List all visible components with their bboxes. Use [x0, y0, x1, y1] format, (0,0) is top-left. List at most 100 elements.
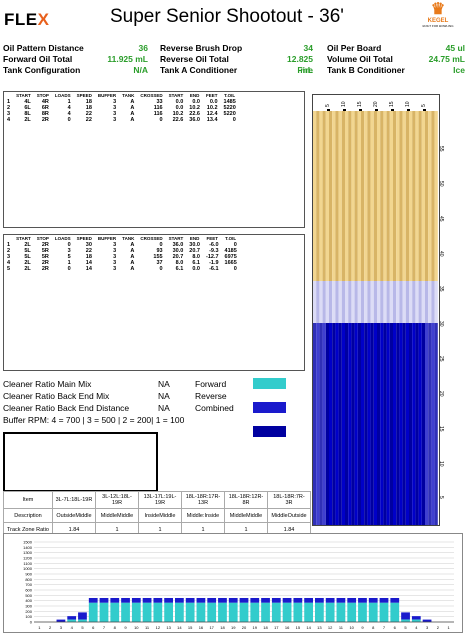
zone-cell: 18L-18R:7R-3R [267, 491, 311, 509]
lane-board-lavender [418, 281, 422, 323]
chart-bar-reverse [110, 598, 120, 603]
chart-y-tick: 200 [25, 609, 32, 614]
lane-board-blue [421, 323, 425, 525]
chart-bar-reverse [304, 598, 313, 603]
lane-board-gold [313, 111, 317, 281]
legend-swatch [253, 426, 286, 437]
legend-label: Cleaner Ratio Main Mix [3, 379, 92, 389]
stat-value: 34 [303, 43, 313, 53]
lane-board-gold [412, 111, 416, 281]
lane-board-gold [383, 111, 387, 281]
lane-board-gold [418, 111, 422, 281]
chart-bar-forward [228, 602, 238, 622]
lane-board-gold [345, 111, 349, 281]
table-header: STOP [36, 93, 49, 98]
chart-bar-forward [164, 602, 173, 622]
chart-x-tick: 5 [81, 625, 84, 630]
lane-board-lavender [367, 281, 371, 323]
chart-x-tick: 3 [60, 625, 63, 630]
chart-bar-reverse [401, 612, 410, 620]
chart-y-tick: 700 [25, 582, 32, 587]
chart-bar-forward [304, 602, 313, 622]
legend-kind: Forward [195, 379, 227, 389]
chart-bar-reverse [228, 598, 238, 603]
lane-board-gold [415, 111, 419, 281]
forward-table: START STOP LOADS SPEED BUFFER TANK CROSSED STAR… [3, 91, 305, 228]
stat-label: Volume Oil Total [327, 54, 393, 64]
zone-cell: MiddleMiddle [224, 508, 268, 523]
lane-board-gold [335, 111, 339, 281]
chart-x-tick: 5 [404, 625, 407, 630]
lane-arrow-mark [407, 109, 410, 111]
chart-y-tick: 1100 [23, 561, 32, 566]
lane-board-blue [345, 323, 349, 525]
table-cell: 2L [24, 266, 31, 272]
chart-bar-forward [175, 602, 184, 622]
chart-bar-reverse [390, 598, 400, 603]
chart-y-tick: 1400 [23, 545, 33, 550]
table-cell: 0 [233, 266, 237, 272]
chart-x-tick: 7 [103, 625, 106, 630]
lane-board-lavender [345, 281, 349, 323]
lane-board-gold [377, 111, 381, 281]
chart-x-tick: 8 [114, 625, 117, 630]
stat-label: Tank A Conditioner [160, 65, 238, 75]
table-header: TANK [122, 236, 135, 241]
legend-value: NA [158, 403, 170, 413]
chart-bar-reverse [164, 598, 173, 603]
stat-value: 12.825 mL [287, 54, 313, 75]
stats-row: Forward Oil Total 11.925 mL Reverse Oil To… [3, 54, 465, 75]
chart-bar-reverse [196, 598, 206, 603]
chart-bar-reverse [207, 598, 217, 603]
chart-y-tick: 600 [25, 588, 32, 593]
lane-board-gold [405, 111, 409, 281]
lane-board-label: 20 [373, 101, 379, 107]
chart-x-tick: 12 [328, 625, 333, 630]
lane-board-blue [351, 323, 355, 525]
chart-x-tick: 14 [177, 625, 182, 630]
table-header: FEET [206, 93, 218, 98]
chart-bar-forward [207, 602, 217, 622]
chart-x-tick: 4 [415, 625, 418, 630]
chart-x-tick: 14 [306, 625, 311, 630]
table-header: LOADS [54, 236, 71, 241]
lane-board-blue [316, 323, 320, 525]
legend-row: Cleaner Ratio Main Mix NA Forward [3, 378, 286, 390]
zone-cell: Item [3, 491, 53, 509]
lane-board-lavender [415, 281, 419, 323]
chart-bar-reverse [185, 598, 195, 603]
chart-x-tick: 2 [49, 625, 52, 630]
lane-board-blue [409, 323, 413, 525]
lane-board-blue [357, 323, 361, 525]
legend-kind: Reverse [195, 391, 227, 401]
chart-bar-reverse [261, 598, 270, 603]
lane-board-gold [348, 111, 352, 281]
buffer-rpm: Buffer RPM: 4 = 700 | 3 = 500 | 2 = 200|… [3, 415, 185, 425]
lane-board-blue [396, 323, 400, 525]
lane-board-blue [431, 323, 435, 525]
chart-bar-forward [78, 619, 87, 622]
chart-bar-reverse [78, 612, 87, 620]
lane-board-label: 5 [325, 104, 331, 107]
zone-cell: 3L-12L:18L-19R [95, 491, 139, 509]
table-header: START [168, 236, 184, 241]
chart-x-tick: 15 [188, 625, 193, 630]
lane-board-gold [357, 111, 361, 281]
table-header: START [16, 236, 31, 241]
zone-cell: InsideMiddle [138, 508, 182, 523]
table-header: CROSSED [140, 236, 163, 241]
chart-y-tick: 1300 [23, 550, 33, 555]
chart-bar-reverse [422, 619, 432, 622]
lane-board-lavender [316, 281, 320, 323]
chart-x-tick: 19 [253, 625, 258, 630]
chart-bar-forward [390, 602, 400, 622]
lane-board-gold [370, 111, 374, 281]
lane-foot-label: 10 [438, 461, 444, 467]
chart-x-tick: 9 [124, 625, 127, 630]
lane-foot-label: 40 [438, 251, 444, 257]
chart-y-tick: 1000 [23, 566, 33, 571]
chart-x-tick: 10 [134, 625, 139, 630]
lane-board-blue [415, 323, 419, 525]
chart-bar-reverse [153, 598, 163, 603]
zone-cell: OutsideMiddle [52, 508, 96, 523]
